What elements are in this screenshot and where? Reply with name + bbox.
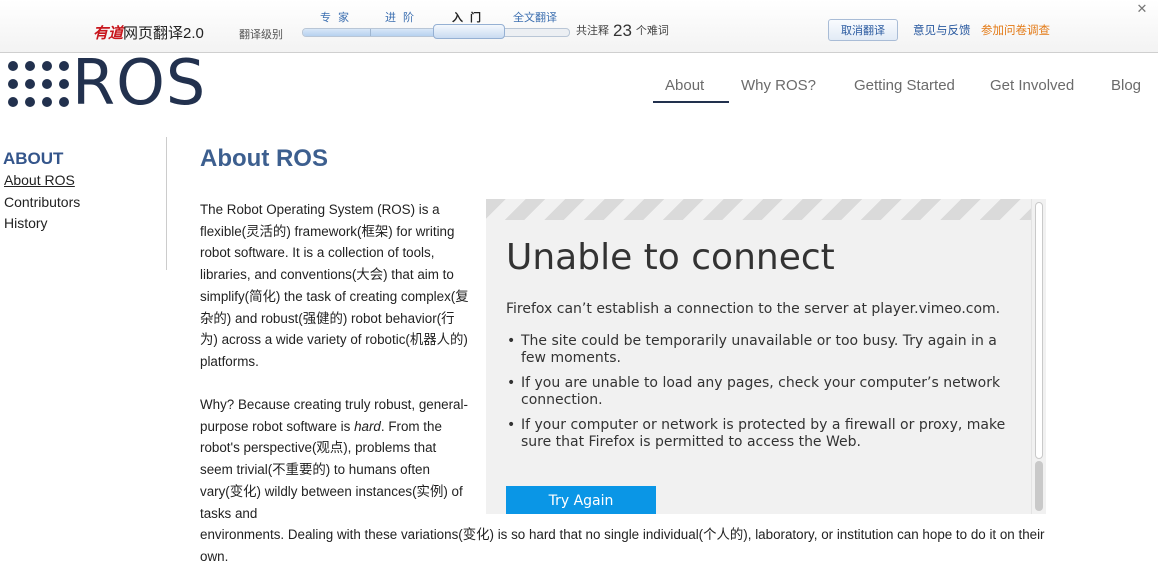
why-paragraph: Why? Because creating truly robust, gene…: [200, 394, 472, 524]
nav-why-ros[interactable]: Why ROS?: [741, 77, 816, 94]
ros-dots-logo-icon: [8, 61, 69, 111]
annotation-count-suffix: 个难词: [635, 25, 669, 37]
annotation-count-number: 23: [613, 21, 632, 40]
level-expert-option[interactable]: 专 家: [320, 9, 351, 25]
logo-dot: [59, 61, 69, 71]
nav-getting-started[interactable]: Getting Started: [854, 77, 955, 94]
scrollbar-track-end: [1035, 461, 1043, 511]
nav-get-involved[interactable]: Get Involved: [990, 77, 1074, 94]
error-hint-text: If your computer or network is protected…: [521, 417, 1006, 450]
logo-dot: [42, 61, 52, 71]
sidebar-item-contributors[interactable]: Contributors: [4, 194, 80, 210]
translate-level-slider-thumb[interactable]: [433, 24, 505, 39]
error-hint-item: • If your computer or network is protecte…: [506, 417, 1016, 451]
try-again-button[interactable]: Try Again: [506, 486, 656, 514]
error-hint-item: • The site could be temporarily unavailab…: [506, 333, 1016, 367]
sidebar-item-about-ros[interactable]: About ROS: [4, 172, 75, 188]
nav-about[interactable]: About: [665, 77, 704, 94]
error-stripe-banner: [486, 199, 1031, 220]
error-frame-scrollbar[interactable]: [1031, 199, 1046, 514]
annotation-count-prefix: 共注释: [576, 25, 609, 37]
level-advanced-option[interactable]: 进 阶: [385, 9, 416, 25]
ros-logo[interactable]: ROS: [8, 52, 208, 116]
logo-dot: [8, 79, 18, 89]
sidebar-heading: ABOUT: [3, 149, 64, 168]
why-paragraph-continued: environments. Dealing with these variati…: [200, 527, 1045, 564]
bullet-icon: •: [507, 375, 516, 391]
error-hint-text: If you are unable to load any pages, che…: [521, 375, 1001, 408]
error-title: Unable to connect: [506, 237, 835, 278]
logo-dot: [25, 97, 35, 107]
youdao-product-name: 网页翻译2.0: [123, 25, 204, 42]
annotation-count: 共注释 23 个难词: [576, 21, 669, 41]
logo-dot: [8, 97, 18, 107]
error-description: Firefox can’t establish a connection to …: [506, 301, 1001, 317]
feedback-link[interactable]: 意见与反馈: [913, 22, 971, 38]
ros-logo-wordmark: ROS: [72, 46, 207, 119]
error-hint-item: • If you are unable to load any pages, ch…: [506, 375, 1016, 409]
translate-level-label: 翻译级别: [239, 29, 283, 41]
youdao-logo: 有道网页翻译2.0: [93, 22, 204, 43]
scrollbar-thumb[interactable]: [1035, 202, 1043, 459]
level-full-translation-option[interactable]: 全文翻译: [513, 9, 557, 25]
sidebar-divider: [166, 137, 167, 270]
bullet-icon: •: [507, 417, 516, 433]
logo-dot: [59, 79, 69, 89]
logo-dot: [42, 79, 52, 89]
survey-link[interactable]: 参加问卷调查: [981, 22, 1050, 38]
video-embed-error-frame: Unable to connect Firefox can’t establis…: [486, 199, 1046, 514]
youdao-brand: 有道: [93, 24, 124, 42]
why-paragraph-emphasis: hard: [354, 418, 381, 434]
nav-active-indicator: [653, 101, 729, 103]
bullet-icon: •: [507, 333, 516, 349]
page-title: About ROS: [200, 145, 328, 172]
logo-dot: [8, 61, 18, 71]
nav-blog[interactable]: Blog: [1111, 77, 1141, 94]
slider-tick: [369, 29, 371, 36]
logo-dot: [25, 79, 35, 89]
logo-dot: [59, 97, 69, 107]
close-icon[interactable]: ✕: [1135, 3, 1149, 17]
cancel-translation-button[interactable]: 取消翻译: [828, 19, 898, 41]
logo-dot: [42, 97, 52, 107]
intro-paragraph: The Robot Operating System (ROS) is a fl…: [200, 202, 469, 369]
level-basic-option[interactable]: 入 门: [452, 9, 483, 25]
error-hint-text: The site could be temporarily unavailabl…: [521, 333, 997, 366]
logo-dot: [25, 61, 35, 71]
sidebar-item-history[interactable]: History: [4, 215, 48, 231]
